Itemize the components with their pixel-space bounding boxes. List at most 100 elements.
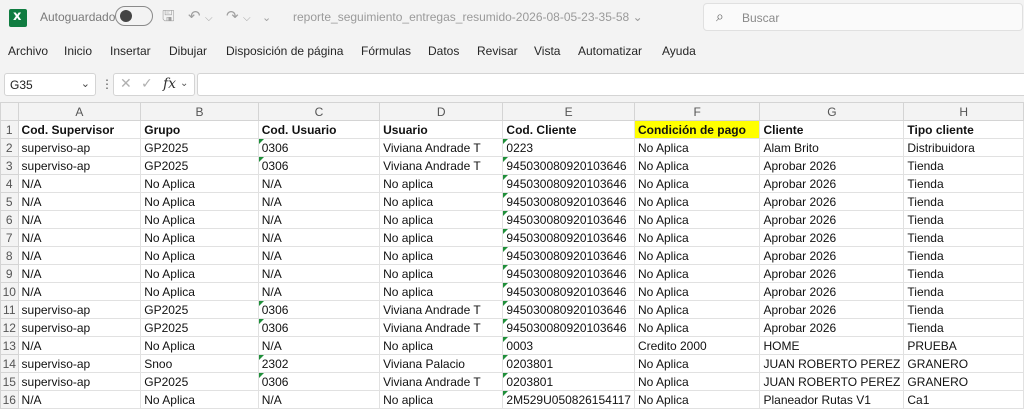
chevron-down-icon[interactable]: ⌄ (81, 77, 90, 90)
column-title-cell[interactable]: Tipo cliente (903, 120, 1024, 139)
cell[interactable]: No Aplica (633, 300, 761, 319)
cell[interactable]: Aprobar 2026 (759, 246, 905, 265)
save-icon[interactable]: 🖫 (162, 7, 175, 25)
check-icon[interactable]: ✓ (141, 76, 153, 92)
cell[interactable]: No Aplica (140, 282, 259, 301)
row-header[interactable]: 4 (0, 174, 19, 193)
cell[interactable]: N/A (17, 336, 142, 355)
cell[interactable]: 0203801 (502, 372, 635, 391)
cell[interactable]: 945030080920103646 (502, 192, 635, 211)
cell[interactable]: N/A (257, 228, 381, 247)
column-title-cell[interactable]: Cod. Usuario (257, 120, 381, 139)
tab-vista[interactable]: Vista (534, 44, 560, 58)
cell[interactable]: HOME (759, 336, 905, 355)
tab-disposicion[interactable]: Disposición de página (226, 44, 343, 58)
cell[interactable]: No Aplica (633, 228, 761, 247)
cell[interactable]: 0306 (257, 318, 381, 337)
cell[interactable]: Tienda (903, 174, 1024, 193)
row-header[interactable]: 14 (0, 354, 19, 373)
cell[interactable]: 0306 (257, 156, 381, 175)
cell[interactable]: 2M529U050826154117 (502, 390, 635, 409)
cell[interactable]: Viviana Andrade T (379, 300, 504, 319)
tab-automatizar[interactable]: Automatizar (578, 44, 642, 58)
cell[interactable]: Aprobar 2026 (759, 228, 905, 247)
cell[interactable]: 94503008092010364​6 (502, 156, 635, 175)
cell[interactable]: N/A (17, 210, 142, 229)
cell[interactable]: Aprobar 2026 (759, 300, 905, 319)
cell[interactable]: No aplica (379, 264, 504, 283)
cell[interactable]: superviso-ap (17, 156, 142, 175)
cell[interactable]: No Aplica (633, 318, 761, 337)
name-box[interactable]: G35 ⌄ (4, 73, 96, 96)
cell[interactable]: GRANERO (903, 354, 1024, 373)
formula-input[interactable] (197, 73, 1024, 96)
redo-dropdown-icon[interactable]: ⌵ (243, 10, 251, 28)
cell[interactable]: Distribuidora (903, 138, 1024, 157)
customize-toolbar-icon[interactable]: ⌄ (262, 9, 271, 27)
cell[interactable]: GP2025 (140, 138, 259, 157)
cell[interactable]: N/A (257, 246, 381, 265)
select-all-corner[interactable] (0, 102, 19, 121)
cell[interactable]: 0306 (257, 300, 381, 319)
cell[interactable]: JUAN ROBERTO PEREZ (759, 354, 905, 373)
more-options-icon[interactable]: ⋮ (101, 77, 113, 91)
column-header[interactable]: A (17, 102, 142, 121)
cell[interactable]: Tienda (903, 282, 1024, 301)
redo-icon[interactable]: ↷ (226, 7, 239, 25)
tab-inicio[interactable]: Inicio (64, 44, 92, 58)
cell[interactable]: superviso-ap (17, 300, 142, 319)
cell[interactable]: GRANERO (903, 372, 1024, 391)
cell[interactable]: No aplica (379, 282, 504, 301)
cell[interactable]: No Aplica (633, 138, 761, 157)
cell[interactable]: superviso-ap (17, 318, 142, 337)
cell[interactable]: No Aplica (140, 228, 259, 247)
insert-function-icon[interactable]: fx (163, 76, 176, 92)
cell[interactable]: No aplica (379, 174, 504, 193)
cell[interactable]: Aprobar 2026 (759, 210, 905, 229)
cell[interactable]: 945030080920103646 (502, 210, 635, 229)
cell[interactable]: JUAN ROBERTO PEREZ (759, 372, 905, 391)
tab-formulas[interactable]: Fórmulas (361, 44, 411, 58)
undo-icon[interactable]: ↶ (188, 7, 201, 25)
cell[interactable]: 945030080920103646 (502, 246, 635, 265)
cell[interactable]: N/A (257, 210, 381, 229)
cell[interactable]: No aplica (379, 390, 504, 409)
cell[interactable]: Tienda (903, 318, 1024, 337)
cell[interactable]: No aplica (379, 210, 504, 229)
cell[interactable]: No Aplica (633, 192, 761, 211)
row-header[interactable]: 1 (0, 120, 19, 139)
cell[interactable]: N/A (257, 336, 381, 355)
cell[interactable]: Viviana Andrade T (379, 156, 504, 175)
column-header[interactable]: H (903, 102, 1024, 121)
column-header[interactable]: C (257, 102, 381, 121)
cell[interactable]: Viviana Andrade T (379, 138, 504, 157)
cell[interactable]: Aprobar 2026 (759, 174, 905, 193)
cell[interactable]: N/A (17, 282, 142, 301)
cell[interactable]: No Aplica (633, 210, 761, 229)
cell[interactable]: Aprobar 2026 (759, 192, 905, 211)
cell[interactable]: N/A (17, 174, 142, 193)
cell[interactable]: 945030080920103646 (502, 318, 635, 337)
cell[interactable]: Tienda (903, 300, 1024, 319)
cell[interactable]: superviso-ap (17, 372, 142, 391)
row-header[interactable]: 9 (0, 264, 19, 283)
cell[interactable]: GP2025 (140, 300, 259, 319)
row-header[interactable]: 10 (0, 282, 19, 301)
row-header[interactable]: 3 (0, 156, 19, 175)
row-header[interactable]: 13 (0, 336, 19, 355)
cell[interactable]: N/A (257, 192, 381, 211)
column-header[interactable]: F (633, 102, 761, 121)
row-header[interactable]: 2 (0, 138, 19, 157)
cell[interactable]: 0203801 (502, 354, 635, 373)
cell[interactable]: 945030080920103646 (502, 228, 635, 247)
cell[interactable]: No aplica (379, 246, 504, 265)
cell[interactable]: No Aplica (633, 282, 761, 301)
cell[interactable]: N/A (17, 246, 142, 265)
undo-dropdown-icon[interactable]: ⌵ (205, 10, 213, 28)
cell[interactable]: Tienda (903, 192, 1024, 211)
document-title[interactable]: reporte_seguimiento_entregas_resumido-20… (293, 10, 643, 24)
cell[interactable]: No Aplica (633, 390, 761, 409)
row-header[interactable]: 11 (0, 300, 19, 319)
cell[interactable]: No Aplica (633, 372, 761, 391)
cell[interactable]: Aprobar 2026 (759, 156, 905, 175)
